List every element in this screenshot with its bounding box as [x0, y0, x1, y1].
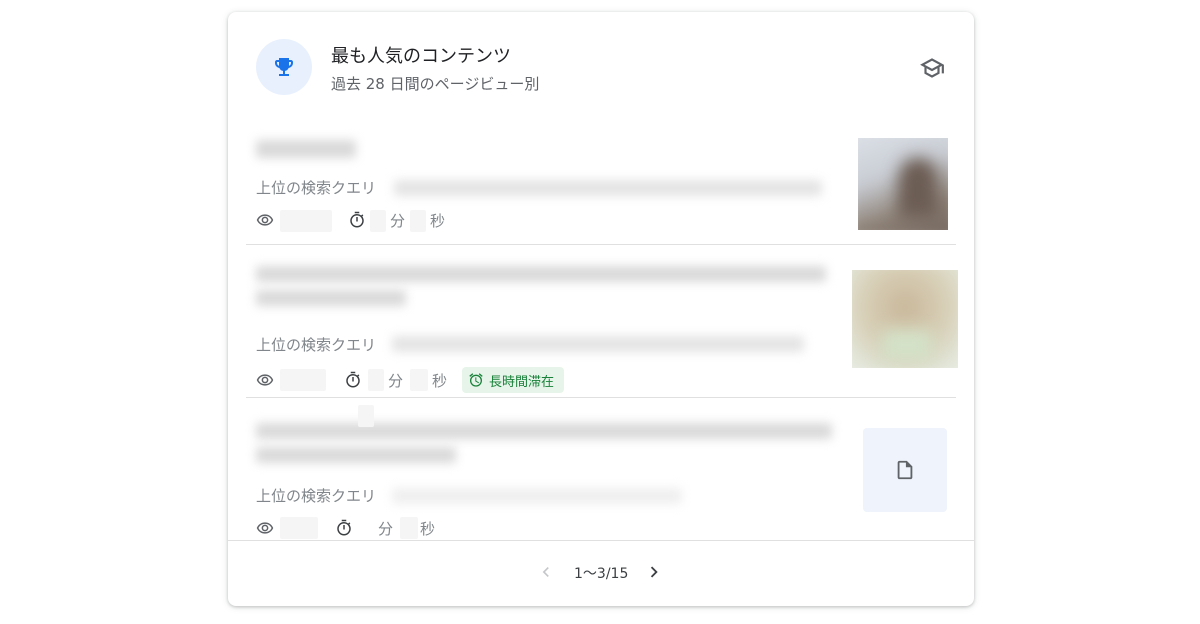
duration-icon [334, 518, 354, 538]
list-item[interactable]: 上位の検索クエリ 分 秒 [246, 130, 956, 244]
learn-button[interactable] [918, 54, 946, 82]
seconds-unit: 秒 [420, 520, 436, 538]
trophy-icon [275, 58, 293, 76]
content-title-redacted-line2 [256, 447, 456, 463]
top-query-label: 上位の検索クエリ [256, 487, 377, 505]
card-subtitle: 過去 28 日間のページビュー別 [331, 75, 540, 93]
seconds-unit: 秒 [430, 212, 446, 230]
content-title-redacted [256, 140, 356, 158]
seconds-value-redacted [400, 517, 418, 539]
timer-icon [337, 519, 351, 536]
chevron-right-icon [650, 566, 658, 578]
next-page-button[interactable] [642, 560, 666, 584]
top-query-redacted [392, 488, 682, 504]
content-thumbnail-placeholder [863, 428, 947, 512]
school-icon [920, 58, 944, 78]
popular-content-card: 最も人気のコンテンツ 過去 28 日間のページビュー別 上位の検索クエリ 分 秒 [228, 12, 974, 606]
views-icon [255, 518, 275, 538]
content-title-redacted-line2 [256, 290, 406, 306]
seconds-value-redacted [410, 210, 426, 232]
card-header: 最も人気のコンテンツ 過去 28 日間のページビュー別 [228, 12, 974, 122]
minutes-unit: 分 [378, 520, 394, 538]
top-query-label: 上位の検索クエリ [256, 336, 377, 354]
long-stay-label: 長時間滞在 [489, 374, 555, 390]
content-title-redacted [256, 423, 832, 439]
minutes-unit: 分 [390, 212, 406, 230]
trophy-avatar [256, 39, 312, 95]
eye-icon [256, 522, 274, 534]
top-query-label: 上位の検索クエリ [256, 179, 377, 197]
minutes-value-redacted [358, 405, 374, 427]
page-range: 1〜3/15 [574, 566, 629, 582]
content-thumbnail [852, 270, 958, 368]
seconds-value-redacted [410, 369, 428, 391]
top-query-redacted [394, 180, 822, 196]
views-value-redacted [280, 517, 318, 539]
eye-icon [256, 214, 274, 226]
views-icon [255, 210, 275, 230]
list-item[interactable]: 上位の検索クエリ 分 秒 [246, 405, 956, 539]
minutes-value-redacted [368, 369, 384, 391]
pagination: 1〜3/15 [228, 556, 974, 588]
document-icon [897, 460, 913, 480]
long-stay-badge: 長時間滞在 [462, 367, 565, 393]
list-item[interactable]: 上位の検索クエリ 分 秒 長時間滞在 [246, 252, 958, 397]
seconds-unit: 秒 [432, 372, 448, 390]
top-query-redacted [392, 336, 804, 352]
minutes-value-redacted [370, 210, 386, 232]
minutes-unit: 分 [388, 372, 404, 390]
views-icon [255, 370, 275, 390]
alarm-icon [469, 373, 483, 387]
content-thumbnail [858, 138, 948, 230]
eye-icon [256, 374, 274, 386]
chevron-left-icon [542, 567, 549, 577]
views-value-redacted [280, 369, 326, 391]
card-title: 最も人気のコンテンツ [331, 46, 511, 67]
duration-icon [347, 210, 367, 230]
item-divider [246, 244, 956, 245]
item-divider [246, 397, 956, 398]
duration-icon [343, 370, 363, 390]
timer-icon [346, 371, 360, 388]
content-title-redacted [256, 266, 826, 282]
previous-page-button[interactable] [534, 560, 558, 584]
views-value-redacted [280, 210, 332, 232]
footer-divider [228, 540, 974, 541]
timer-icon [350, 211, 364, 228]
